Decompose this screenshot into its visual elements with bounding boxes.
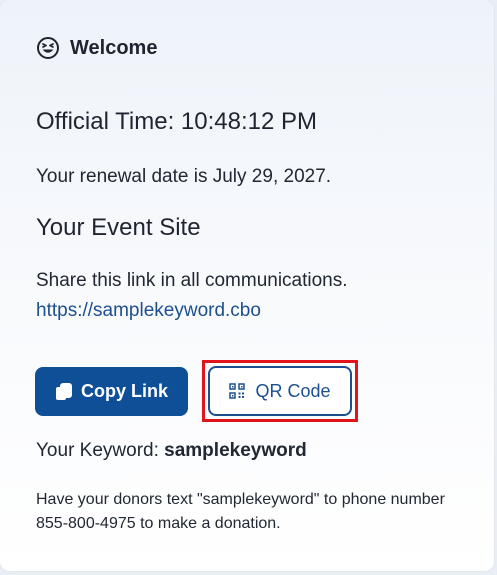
copy-link-label: Copy Link [80, 381, 168, 401]
event-site-heading: Your Event Site [36, 214, 201, 241]
copy-icon [55, 382, 73, 401]
grinning-squint-face-icon [36, 36, 60, 60]
keyword-value: samplekeyword [164, 440, 307, 461]
welcome-header: Welcome [36, 36, 157, 60]
qr-code-button[interactable]: QR Code [208, 366, 352, 416]
welcome-title: Welcome [70, 36, 158, 59]
event-site-link[interactable]: https://samplekeyword.cbo [36, 300, 286, 322]
renewal-date-text: Your renewal date is July 29, 2027. [36, 166, 332, 187]
official-time: Official Time: 10:48:12 PM [36, 108, 318, 135]
donor-instructions: Have your donors text "samplekeyword" to… [36, 491, 445, 532]
keyword-label: Your Keyword: [36, 440, 165, 461]
qr-code-label: QR Code [255, 380, 331, 401]
qr-code-icon [229, 383, 246, 399]
share-link-instructions: Share this link in all communications. [36, 270, 348, 291]
keyword-line: Your Keyword: samplekeyword [36, 440, 307, 462]
copy-link-button[interactable]: Copy Link [35, 367, 188, 416]
event-card: Welcome Official Time: 10:48:12 PM Your … [0, 0, 494, 571]
